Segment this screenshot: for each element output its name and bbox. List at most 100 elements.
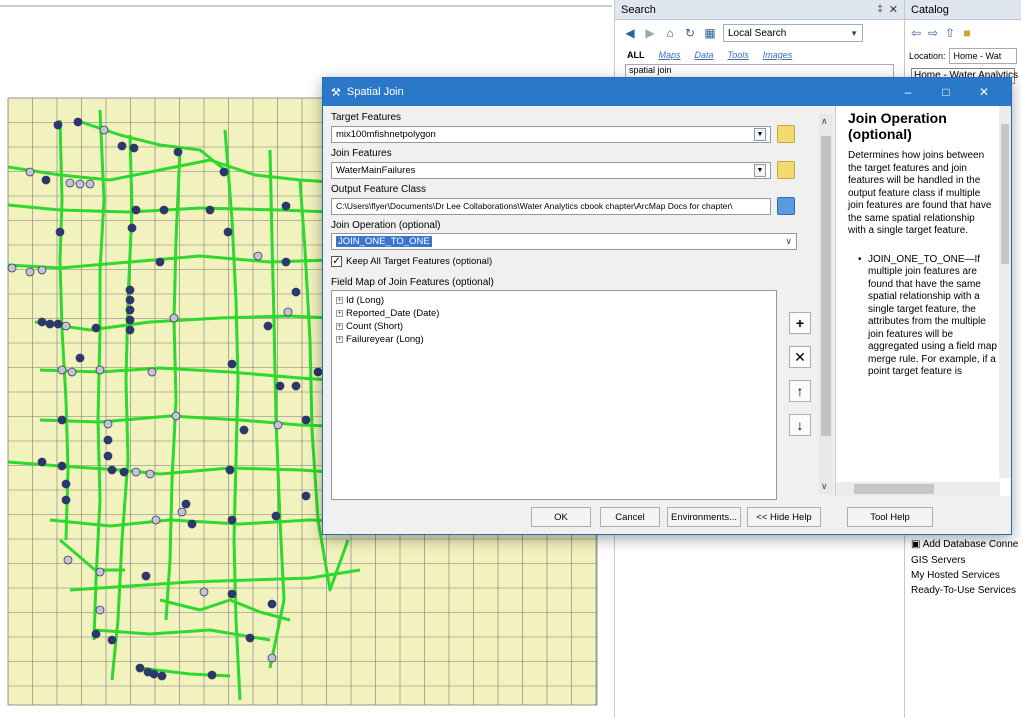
view-options-icon[interactable]: ▦	[703, 26, 717, 40]
failure-point	[131, 467, 141, 477]
field-map-label: Field Map of Join Features (optional)	[331, 277, 494, 288]
home-icon[interactable]: ⌂	[663, 26, 677, 40]
search-scope-dropdown[interactable]: Local Search ▼	[723, 24, 863, 42]
output-feature-class-input[interactable]: C:\Users\flyer\Documents\Dr Lee Collabor…	[331, 197, 771, 215]
failure-point	[127, 223, 137, 233]
list-item[interactable]: + Id (Long)	[336, 294, 772, 307]
join-features-combo[interactable]: WaterMainFailures ▼	[331, 161, 771, 179]
scrollbar-thumb[interactable]	[1001, 124, 1009, 264]
delete-field-icon[interactable]: ✕	[789, 346, 811, 368]
tab-data[interactable]: Data	[695, 50, 714, 60]
failure-point	[57, 365, 67, 375]
close-icon[interactable]: ✕	[889, 3, 898, 16]
search-input[interactable]: spatial join	[625, 64, 894, 78]
tree-item-ready-to-use-services[interactable]: Ready-To-Use Services	[911, 584, 1016, 598]
pin-icon[interactable]: ‡	[877, 4, 883, 15]
scrollbar-thumb[interactable]	[821, 136, 831, 436]
add-field-icon[interactable]: +	[789, 312, 811, 334]
minimize-icon[interactable]: –	[889, 85, 927, 99]
chevron-down-icon: ∨	[785, 236, 792, 246]
expand-icon[interactable]: +	[336, 297, 343, 304]
browse-folder-icon[interactable]	[777, 161, 795, 179]
failure-point	[169, 313, 179, 323]
search-pane-titlebar: Search ‡ ✕	[615, 0, 904, 20]
tab-all[interactable]: ALL	[627, 50, 645, 60]
failure-point	[177, 507, 187, 517]
dialog-titlebar[interactable]: ⚒ Spatial Join – □ ✕	[323, 78, 1011, 106]
help-vertical-scrollbar[interactable]	[999, 106, 1011, 478]
failure-point	[245, 633, 255, 643]
target-features-combo[interactable]: mix100mfishnetpolygon ▼	[331, 125, 771, 143]
failure-point	[281, 257, 291, 267]
forward-arrow-icon[interactable]: ⇨	[926, 26, 940, 40]
dialog-parameters: Target Features mix100mfishnetpolygon ▼ …	[331, 112, 831, 500]
failure-point	[227, 589, 237, 599]
tab-tools[interactable]: Tools	[728, 50, 749, 60]
back-arrow-icon[interactable]: ⇦	[909, 26, 923, 40]
field-map-list[interactable]: + Id (Long) + Reported_Date (Date) + Count …	[331, 290, 777, 500]
scroll-down-icon[interactable]: ∨	[821, 481, 828, 492]
expand-icon[interactable]: +	[336, 336, 343, 343]
ok-button[interactable]: OK	[531, 507, 591, 527]
failure-point	[267, 653, 277, 663]
browse-folder-icon[interactable]	[777, 125, 795, 143]
scrollbar-thumb[interactable]	[854, 484, 934, 494]
move-up-icon[interactable]: ↑	[789, 380, 811, 402]
hide-help-button[interactable]: << Hide Help	[747, 507, 821, 527]
expand-icon[interactable]: +	[336, 323, 343, 330]
back-arrow-icon[interactable]: ◀	[623, 26, 637, 40]
expand-icon[interactable]: +	[336, 310, 343, 317]
failure-point	[227, 515, 237, 525]
refresh-icon[interactable]: ↻	[683, 26, 697, 40]
keep-all-target-features[interactable]: ✓ Keep All Target Features (optional)	[331, 256, 831, 267]
failure-point	[107, 465, 117, 475]
close-icon[interactable]: ✕	[965, 85, 1003, 99]
dialog-buttons: OK Cancel Environments... << Hide Help T…	[323, 504, 1013, 530]
catalog-location: Location: Home - Wat	[905, 46, 1021, 66]
failure-point	[103, 451, 113, 461]
failure-point	[91, 323, 101, 333]
move-down-icon[interactable]: ↓	[789, 414, 811, 436]
failure-point	[129, 143, 139, 153]
maximize-icon[interactable]: □	[927, 85, 965, 99]
failure-point	[301, 491, 311, 501]
tool-help-button[interactable]: Tool Help	[847, 507, 933, 527]
failure-point	[37, 457, 47, 467]
location-label: Location:	[909, 51, 946, 61]
chevron-down-icon[interactable]: ▼	[754, 163, 766, 177]
help-bullet: JOIN_ONE_TO_ONE—If multiple join feature…	[836, 238, 1011, 379]
failure-point	[145, 469, 155, 479]
chevron-down-icon[interactable]: ▼	[754, 127, 766, 141]
failure-point	[63, 555, 73, 565]
home-folder-icon[interactable]: ■	[960, 26, 974, 40]
help-horizontal-scrollbar[interactable]	[836, 482, 1000, 496]
failure-point	[45, 319, 55, 329]
tree-item-add-database[interactable]: ▣ Add Database Conne	[911, 538, 1018, 552]
tab-maps[interactable]: Maps	[659, 50, 681, 60]
failure-point	[135, 663, 145, 673]
search-tabs: ALL Maps Data Tools Images	[615, 46, 904, 64]
keep-all-checkbox[interactable]: ✓	[331, 256, 342, 267]
tree-item-my-hosted-services[interactable]: My Hosted Services	[911, 569, 1000, 583]
browse-save-icon[interactable]	[777, 197, 795, 215]
failure-point	[281, 201, 291, 211]
failure-point	[225, 465, 235, 475]
list-item[interactable]: + Count (Short)	[336, 320, 772, 333]
cancel-button[interactable]: Cancel	[600, 507, 660, 527]
forward-arrow-icon[interactable]: ▶	[643, 26, 657, 40]
location-dropdown[interactable]: Home - Wat	[948, 48, 1017, 64]
chevron-down-icon: ▼	[850, 28, 858, 38]
join-operation-dropdown[interactable]: JOIN_ONE_TO_ONE ∨	[331, 233, 797, 250]
failure-point	[141, 571, 151, 581]
catalog-toolbar: ⇦ ⇨ ⇧ ■	[905, 20, 1021, 46]
parameters-scrollbar[interactable]: ∧ ∨	[819, 114, 833, 494]
failure-point	[55, 227, 65, 237]
tab-images[interactable]: Images	[763, 50, 793, 60]
scroll-up-icon[interactable]: ∧	[821, 116, 828, 127]
list-item[interactable]: + Failureyear (Long)	[336, 333, 772, 346]
failure-point	[199, 587, 209, 597]
up-folder-icon[interactable]: ⇧	[943, 26, 957, 40]
tree-item-gis-servers[interactable]: GIS Servers	[911, 554, 965, 568]
environments-button[interactable]: Environments...	[667, 507, 741, 527]
list-item[interactable]: + Reported_Date (Date)	[336, 307, 772, 320]
